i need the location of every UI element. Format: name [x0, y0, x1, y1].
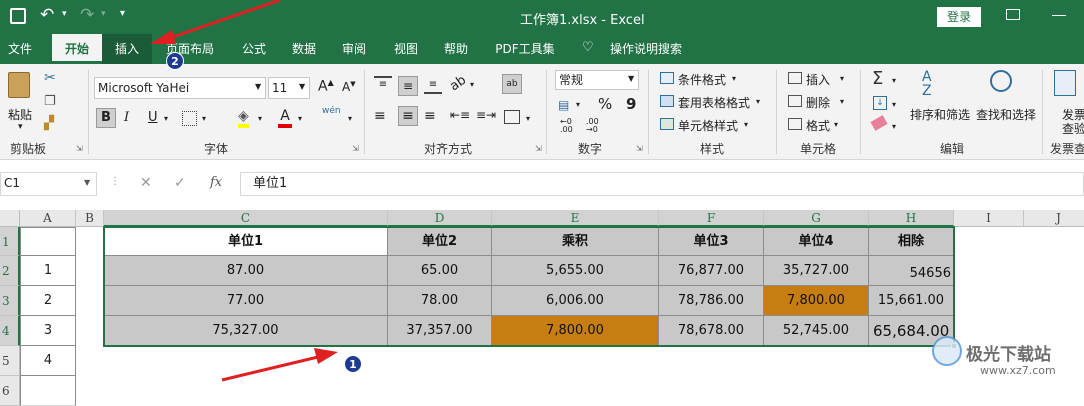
arrow-head-insert — [150, 30, 176, 44]
watermark-url: www.xz7.com — [980, 364, 1056, 377]
arrow-to-insert-tab — [169, 0, 281, 40]
annotation-badge-2: 2 — [166, 52, 184, 70]
annotation-arrows — [150, 0, 338, 382]
arrow-to-table — [221, 355, 319, 382]
annotation-badge-1: 1 — [344, 355, 362, 373]
arrow-head-table — [314, 348, 338, 364]
watermark-logo — [932, 336, 962, 366]
watermark-text: 极光下载站 — [966, 345, 1051, 365]
